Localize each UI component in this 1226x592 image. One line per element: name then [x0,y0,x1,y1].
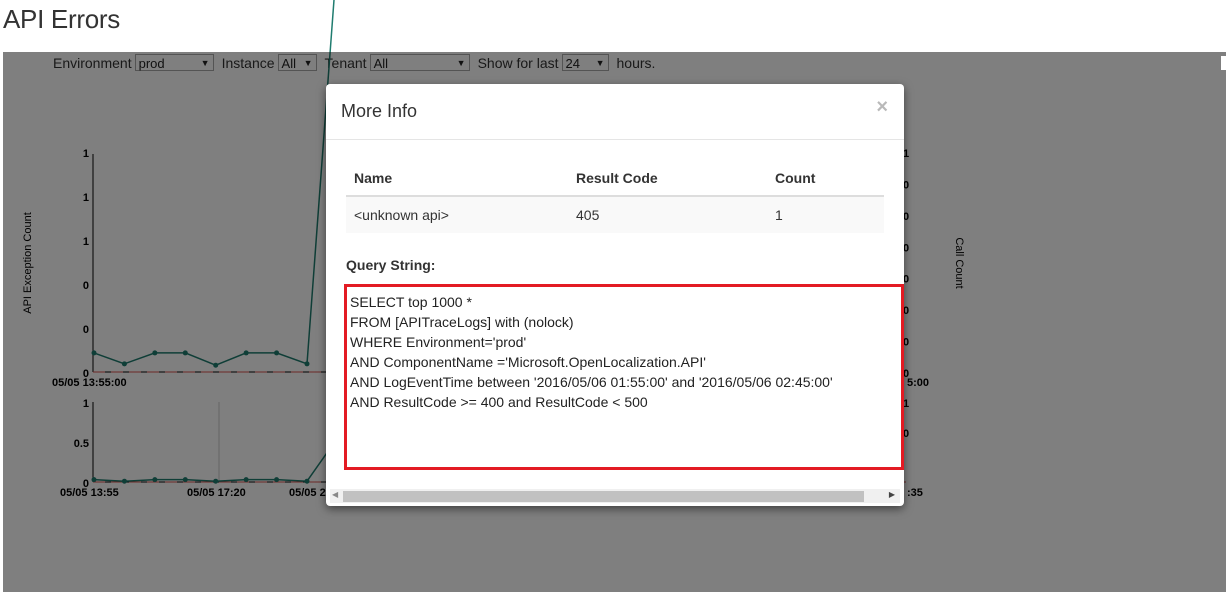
modal-title: More Info [341,101,418,121]
column-header-result-code: Result Code [568,161,767,197]
query-string-label: Query String: [346,257,436,273]
column-header-count: Count [767,161,884,197]
scroll-right-icon[interactable]: ▶ [889,490,895,499]
cell-name: <unknown api> [346,196,568,233]
query-line: SELECT top 1000 * [350,294,472,310]
cell-result-code: 405 [568,196,767,233]
query-line: AND ResultCode >= 400 and ResultCode < 5… [350,394,648,410]
table-row: <unknown api> 405 1 [346,196,884,233]
table-header-row: Name Result Code Count [346,161,884,197]
horizontal-scrollbar[interactable]: ◀ ▶ [330,489,900,503]
query-line: FROM [APITraceLogs] with (nolock) [350,314,574,330]
query-line: WHERE Environment='prod' [350,334,527,350]
query-string-textarea[interactable]: SELECT top 1000 * FROM [APITraceLogs] wi… [344,284,904,470]
scroll-left-icon[interactable]: ◀ [332,490,338,499]
query-line: AND LogEventTime between '2016/05/06 01:… [350,374,833,390]
more-info-modal: More Info × Name Result Code Count <unkn… [326,84,904,506]
cell-count: 1 [767,196,884,233]
column-header-name: Name [346,161,568,197]
close-icon[interactable]: × [876,96,888,119]
query-line: AND ComponentName ='Microsoft.OpenLocali… [350,354,706,370]
scrollbar-thumb[interactable] [343,491,864,502]
result-table: Name Result Code Count <unknown api> 405… [346,161,884,233]
page-scroll-marker [1221,56,1226,70]
modal-header: More Info × [326,84,904,140]
